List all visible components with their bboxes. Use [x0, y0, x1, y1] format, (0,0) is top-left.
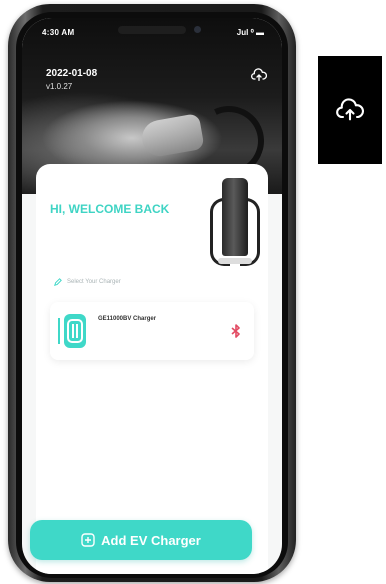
charger-list-item[interactable]: GE11000BV Charger	[50, 302, 254, 360]
edit-icon	[54, 278, 62, 286]
cloud-upload-tile[interactable]	[318, 56, 382, 164]
phone-frame: 4:30 AM Jul ⁰ ▬ 2022-01-08 v1.0.27 HI, W…	[8, 4, 296, 582]
app-showcase: 4:30 AM Jul ⁰ ▬ 2022-01-08 v1.0.27 HI, W…	[0, 0, 386, 584]
header-date: 2022-01-08	[46, 68, 98, 79]
phone-bezel: 4:30 AM Jul ⁰ ▬ 2022-01-08 v1.0.27 HI, W…	[16, 12, 288, 578]
ev-charger-icon	[58, 314, 90, 348]
cloud-upload-icon	[251, 68, 267, 81]
station-base	[218, 258, 252, 264]
charging-station-illustration	[208, 178, 262, 270]
cloud-upload-icon	[336, 98, 364, 121]
select-charger-label: Select Your Charger	[67, 279, 121, 285]
app-screen: 4:30 AM Jul ⁰ ▬ 2022-01-08 v1.0.27 HI, W…	[22, 18, 282, 574]
charger-name: GE11000BV Charger	[98, 316, 157, 322]
speaker-notch	[118, 26, 186, 34]
add-ev-charger-label: Add EV Charger	[101, 532, 201, 548]
header-version: v1.0.27	[46, 82, 73, 91]
add-ev-charger-button[interactable]: Add EV Charger	[30, 520, 252, 560]
camera-dot	[194, 26, 201, 33]
status-time: 4:30 AM	[42, 28, 75, 37]
welcome-title: HI, WELCOME BACK	[50, 202, 170, 216]
home-card: HI, WELCOME BACK Select Your Charger GE1…	[36, 164, 268, 574]
cloud-upload-button[interactable]	[248, 64, 270, 86]
status-bar: 4:30 AM Jul ⁰ ▬	[22, 18, 282, 44]
station-body	[222, 178, 248, 256]
plus-circle-icon	[81, 533, 95, 547]
status-icons: Jul ⁰ ▬	[236, 28, 264, 37]
bluetooth-icon	[231, 324, 240, 338]
select-charger-row: Select Your Charger	[54, 278, 121, 286]
